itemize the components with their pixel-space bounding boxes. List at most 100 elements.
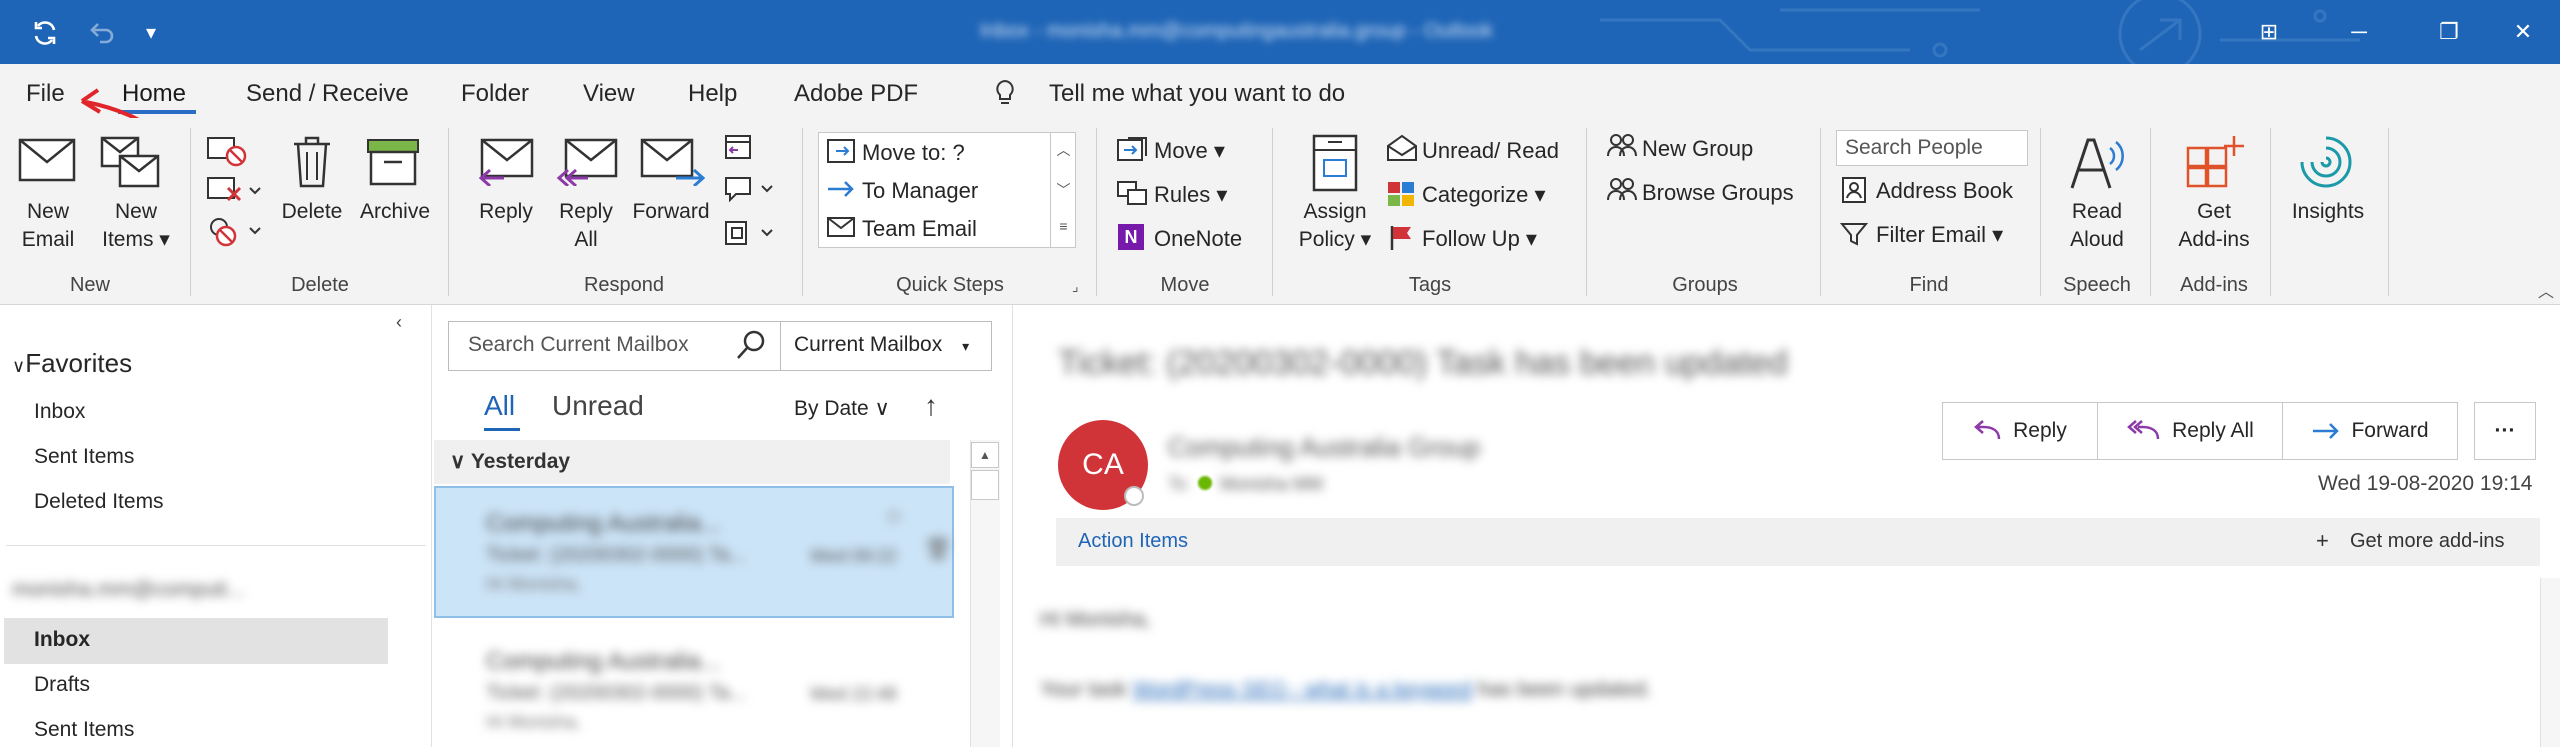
reading-reply-button[interactable]: Reply (1942, 402, 2098, 460)
nav-fav-sent-items[interactable]: Sent Items (34, 445, 134, 469)
title-bar: ▾ Inbox - monisha.mm@computingaustralia.… (0, 0, 2560, 64)
sender-name[interactable]: Computing Australia Group (1168, 432, 1480, 463)
new-items-button[interactable]: New Items ▾ (92, 198, 180, 254)
restore-icon[interactable]: ❐ (2414, 0, 2484, 64)
delete-button[interactable]: Delete (272, 198, 352, 226)
filter-email-button[interactable]: Filter Email ▾ (1876, 220, 2003, 250)
nav-divider (6, 545, 426, 546)
filter-unread-tab[interactable]: Unread (552, 390, 644, 422)
im-reply-icon[interactable] (722, 174, 778, 209)
recipient-name[interactable]: Monisha MM (1220, 474, 1323, 495)
customize-toolbar-icon[interactable]: ▾ (146, 20, 156, 45)
reply-icon (476, 138, 534, 186)
reply-all-button[interactable]: Reply All (546, 198, 626, 254)
tab-file[interactable]: File (26, 80, 65, 108)
group-label-tags: Tags (1408, 274, 1452, 296)
get-addins-button[interactable]: Get Add-ins (2164, 198, 2264, 254)
filter-icon (1839, 220, 1869, 253)
search-icon[interactable] (734, 328, 768, 367)
group-label-new: New (69, 274, 110, 296)
forward-button[interactable]: Forward (628, 198, 714, 226)
delete-icon[interactable]: 🗑 (924, 536, 952, 562)
tab-adobe-pdf[interactable]: Adobe PDF (794, 80, 918, 108)
more-respond-icon[interactable] (722, 218, 778, 253)
address-book-icon (1840, 176, 1868, 209)
onenote-button[interactable]: OneNote (1154, 224, 1242, 254)
reading-reply-all-button[interactable]: Reply All (2097, 402, 2283, 460)
filter-all-tab[interactable]: All (484, 390, 515, 422)
collapse-folder-pane-icon[interactable]: ‹ (396, 312, 402, 333)
assign-policy-button[interactable]: Assign Policy ▾ (1290, 198, 1380, 254)
archive-button[interactable]: Archive (352, 198, 438, 226)
rules-button[interactable]: Rules ▾ (1154, 180, 1227, 210)
message-time: Wed 22:48 (810, 684, 897, 704)
nav-fav-deleted-items[interactable]: Deleted Items (34, 490, 164, 514)
account-header[interactable]: monisha.mm@computi... (12, 578, 245, 602)
follow-up-button[interactable]: Follow Up ▾ (1422, 224, 1537, 254)
body-link[interactable]: WordPress SEO - what is a keyword (1133, 678, 1472, 701)
trash-icon (290, 134, 334, 190)
ignore-icon[interactable] (206, 134, 250, 173)
favorites-header[interactable]: ∨Favorites (12, 348, 132, 379)
archive-icon (366, 138, 420, 186)
new-email-button[interactable]: New Email (10, 198, 86, 254)
undo-icon[interactable] (86, 18, 116, 53)
group-label-move: Move (1160, 274, 1210, 296)
tab-folder[interactable]: Folder (461, 80, 529, 108)
ribbon-divider (2150, 128, 2151, 296)
clean-up-icon[interactable] (206, 174, 262, 213)
collapse-ribbon-icon[interactable]: ︿ (2538, 278, 2554, 302)
nav-drafts[interactable]: Drafts (34, 673, 90, 697)
reply-button[interactable]: Reply (466, 198, 546, 226)
more-actions-button[interactable]: ··· (2474, 402, 2536, 460)
quick-steps-scroll[interactable]: ︿ ﹀ ≡ (1050, 132, 1076, 248)
meeting-reply-icon[interactable] (722, 132, 756, 167)
message-preview: Hi Monisha, (486, 574, 582, 594)
reading-forward-button[interactable]: Forward (2282, 402, 2458, 460)
search-scope-dropdown[interactable]: Current Mailbox ▾ (794, 333, 969, 357)
forward-label: Forward (2351, 419, 2429, 442)
search-input[interactable]: Search Current Mailbox (468, 333, 689, 357)
chevron-down-icon: ▾ (962, 338, 970, 354)
flag-icon[interactable]: ⚐ (886, 506, 904, 531)
close-icon[interactable]: ✕ (2488, 0, 2558, 64)
quick-step-move-to[interactable]: Move to: ? (862, 138, 965, 168)
minimize-icon[interactable]: ─ (2324, 0, 2394, 64)
quick-step-team-email[interactable]: Team Email (862, 214, 977, 244)
tab-send-receive[interactable]: Send / Receive (246, 80, 409, 108)
browse-groups-button[interactable]: Browse Groups (1642, 178, 1794, 208)
nav-sent-items[interactable]: Sent Items (34, 718, 134, 742)
ribbon-divider (2388, 128, 2389, 296)
new-group-button[interactable]: New Group (1642, 134, 1753, 164)
get-more-addins-link[interactable]: Get more add-ins (2350, 530, 2505, 553)
dialog-launcher-icon[interactable]: ⌟ (1072, 278, 1079, 295)
read-aloud-icon (2068, 134, 2128, 192)
read-aloud-button[interactable]: Read Aloud (2052, 198, 2142, 254)
sort-direction-icon[interactable]: ↑ (924, 390, 938, 422)
team-email-icon (826, 214, 856, 245)
action-items-link[interactable]: Action Items (1078, 530, 1188, 553)
tab-help[interactable]: Help (688, 80, 737, 108)
nav-fav-inbox[interactable]: Inbox (34, 400, 85, 424)
categorize-button[interactable]: Categorize ▾ (1422, 180, 1546, 210)
group-header-yesterday[interactable]: ∨ Yesterday (450, 449, 570, 474)
insights-button[interactable]: Insights (2280, 198, 2376, 226)
reading-scrollbar[interactable] (2540, 578, 2560, 747)
ribbon-display-icon[interactable]: ⊞ (2234, 0, 2304, 64)
move-button[interactable]: Move ▾ (1154, 136, 1225, 166)
onenote-icon: N (1118, 224, 1144, 250)
nav-inbox[interactable]: Inbox (34, 628, 90, 652)
scroll-up-icon[interactable]: ▲ (971, 442, 999, 468)
sync-icon[interactable] (30, 18, 60, 53)
unread-read-icon (1386, 134, 1418, 167)
message-preview: Hi Monisha, (486, 712, 582, 732)
address-book-button[interactable]: Address Book (1876, 176, 2013, 206)
scroll-thumb[interactable] (971, 470, 999, 500)
search-people-input[interactable]: Search People (1836, 130, 2028, 166)
quick-step-to-manager[interactable]: To Manager (862, 176, 978, 206)
junk-icon[interactable] (206, 214, 262, 253)
tab-view[interactable]: View (583, 80, 635, 108)
unread-read-button[interactable]: Unread/ Read (1422, 136, 1559, 166)
tell-me-box[interactable]: Tell me what you want to do (1049, 80, 1345, 108)
sort-dropdown[interactable]: By Date ∨ (794, 396, 890, 421)
